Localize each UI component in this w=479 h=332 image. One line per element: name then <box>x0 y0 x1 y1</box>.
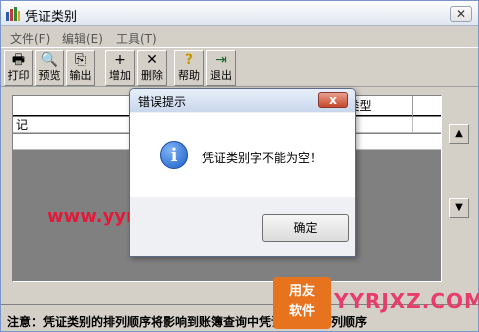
menu-file[interactable]: 文件(F) <box>10 30 50 47</box>
move-down-button[interactable]: ▼ <box>449 198 469 218</box>
logo-line1: 用友 <box>288 284 315 299</box>
dialog-body: i 凭证类别字不能为空！ <box>130 113 355 197</box>
ok-button[interactable]: 确定 <box>262 214 349 242</box>
menu-edit[interactable]: 编辑(E) <box>62 30 103 47</box>
main-window: 凭证类别 ✕ 文件(F) 编辑(E) 工具(T) 🖶 打印 🔍 预览 ⎘ 输出 … <box>0 0 479 332</box>
logo-line2: 软件 <box>288 304 315 319</box>
up-arrow-icon: ▲ <box>455 128 463 139</box>
help-icon: ? <box>184 52 194 68</box>
exit-label: 退出 <box>210 69 232 82</box>
window-title: 凭证类别 <box>25 10 78 25</box>
info-icon: i <box>160 141 188 169</box>
help-label: 帮助 <box>178 69 200 82</box>
dialog-message: 凭证类别字不能为空！ <box>202 151 323 165</box>
menu-bar: 文件(F) 编辑(E) 工具(T) <box>1 27 478 47</box>
down-arrow-icon: ▼ <box>455 202 463 213</box>
preview-icon: 🔍 <box>40 52 59 68</box>
export-icon: ⎘ <box>74 52 87 68</box>
dialog-title-bar: 错误提示 x <box>130 89 355 112</box>
brand-logo: 用友 软件 <box>273 277 331 329</box>
window-close-button[interactable]: ✕ <box>450 6 472 22</box>
dialog-title: 错误提示 <box>138 95 187 109</box>
print-button[interactable]: 🖶 打印 <box>4 50 33 86</box>
toolbar: 🖶 打印 🔍 预览 ⎘ 输出 + 增加 ✕ 删除 ? 帮助 ⇥ 退出 <box>1 47 478 87</box>
printer-icon: 🖶 <box>11 52 26 68</box>
export-label: 输出 <box>69 69 92 82</box>
delete-button[interactable]: ✕ 删除 <box>137 50 167 86</box>
dialog-close-button[interactable]: x <box>318 92 348 108</box>
preview-label: 预览 <box>38 69 61 82</box>
delete-label: 删除 <box>141 69 163 82</box>
add-label: 增加 <box>109 69 131 82</box>
export-button[interactable]: ⎘ 输出 <box>66 50 95 86</box>
logo-domain-text: YYRJXZ.COM <box>334 289 479 313</box>
add-button[interactable]: + 增加 <box>105 50 135 86</box>
app-icon <box>6 7 20 21</box>
preview-button[interactable]: 🔍 预览 <box>35 50 64 86</box>
menu-tools[interactable]: 工具(T) <box>116 30 157 47</box>
title-bar: 凭证类别 ✕ <box>1 1 478 26</box>
exit-button[interactable]: ⇥ 退出 <box>206 50 236 86</box>
add-icon: + <box>114 52 126 68</box>
print-label: 打印 <box>7 69 30 82</box>
move-up-button[interactable]: ▲ <box>449 124 469 144</box>
help-button[interactable]: ? 帮助 <box>174 50 204 86</box>
exit-icon: ⇥ <box>215 52 227 68</box>
error-dialog: 错误提示 x i 凭证类别字不能为空！ 确定 <box>129 88 356 257</box>
delete-icon: ✕ <box>146 52 158 68</box>
